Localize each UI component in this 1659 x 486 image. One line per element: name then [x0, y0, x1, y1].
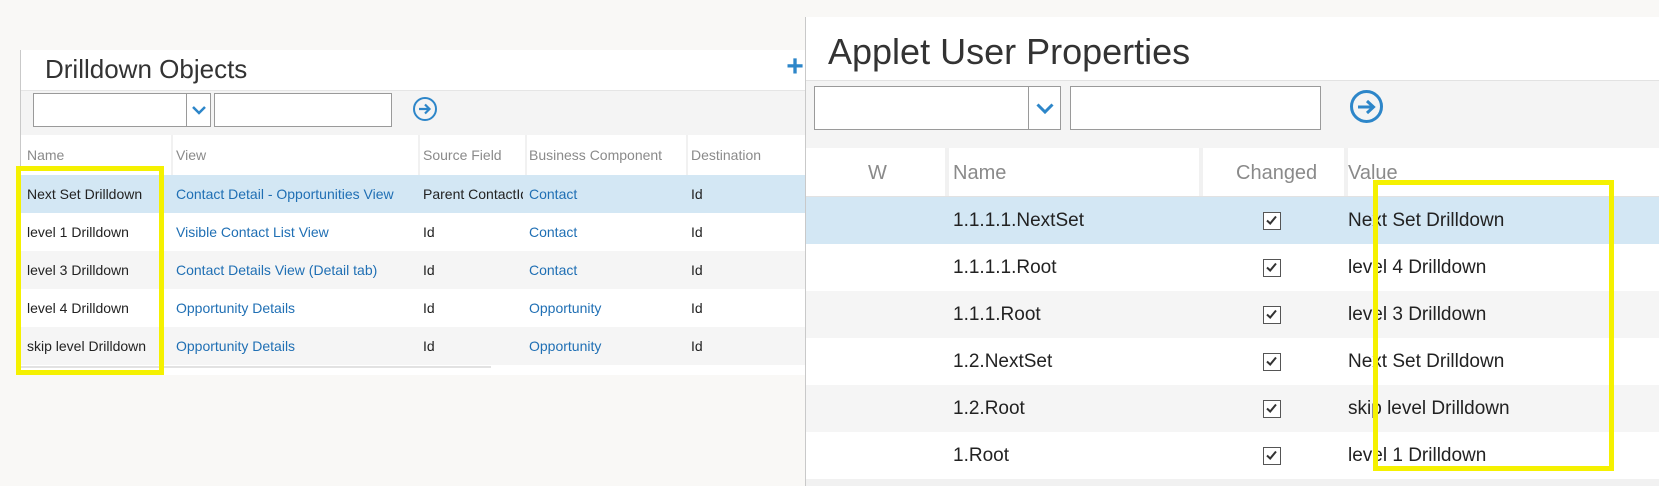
column-header-w[interactable]: W [868, 148, 887, 196]
drilldown-search-input[interactable] [214, 93, 392, 127]
column-header-destination[interactable]: Destination F [691, 135, 766, 175]
row-view-link[interactable]: Contact Details View (Detail tab) [176, 251, 416, 289]
properties-search-field-select[interactable] [814, 86, 1061, 130]
checkbox-checked-icon[interactable] [1263, 400, 1281, 418]
chevron-down-icon[interactable] [186, 94, 210, 126]
table-footer [806, 479, 1659, 486]
column-header-changed[interactable]: Changed [1236, 148, 1317, 196]
properties-search-bar [806, 80, 1659, 150]
row-business-component-link[interactable]: Contact [529, 251, 684, 289]
checkbox-checked-icon[interactable] [1263, 212, 1281, 230]
applet-user-properties-title: Applet User Properties [828, 31, 1191, 72]
drilldown-objects-title: Drilldown Objects [45, 54, 248, 84]
row-view-link[interactable]: Visible Contact List View [176, 213, 416, 251]
highlight-box-property-values [1373, 180, 1614, 471]
row-name: 1.2.Root [953, 398, 1025, 419]
row-source-field: Id [423, 262, 435, 278]
row-view-link[interactable]: Opportunity Details [176, 289, 416, 327]
row-name: 1.1.1.1.Root [953, 257, 1057, 278]
drilldown-search-field-select[interactable] [33, 93, 211, 127]
row-source-field: Parent ContactId [423, 186, 523, 202]
row-business-component-link[interactable]: Contact [529, 175, 684, 213]
row-name: 1.1.1.1.NextSet [953, 210, 1084, 231]
row-destination: Id [691, 338, 703, 354]
row-destination: Id [691, 224, 703, 240]
checkbox-checked-icon[interactable] [1263, 447, 1281, 465]
row-view-link[interactable]: Contact Detail - Opportunities View [176, 175, 416, 213]
arrow-right-circle-icon[interactable] [1350, 90, 1383, 123]
arrow-right-circle-icon[interactable] [413, 97, 437, 121]
row-name: 1.2.NextSet [953, 351, 1053, 372]
highlight-box-drilldown-names [16, 166, 164, 375]
checkbox-checked-icon[interactable] [1263, 353, 1281, 371]
checkbox-checked-icon[interactable] [1263, 306, 1281, 324]
row-business-component-link[interactable]: Opportunity [529, 327, 684, 365]
column-header-view[interactable]: View [176, 135, 416, 175]
checkbox-checked-icon[interactable] [1263, 259, 1281, 277]
row-source-field: Id [423, 338, 435, 354]
plus-icon[interactable]: + [783, 52, 807, 82]
column-header-business-component[interactable]: Business Component [529, 135, 684, 175]
chevron-down-icon[interactable] [1028, 87, 1060, 129]
row-name: 1.Root [953, 445, 1009, 466]
row-view-link[interactable]: Opportunity Details [176, 327, 416, 365]
drilldown-search-bar [21, 90, 807, 136]
row-business-component-link[interactable]: Contact [529, 213, 684, 251]
row-source-field: Id [423, 300, 435, 316]
row-destination: Id [691, 262, 703, 278]
row-business-component-link[interactable]: Opportunity [529, 289, 684, 327]
row-destination: Id [691, 300, 703, 316]
row-source-field: Id [423, 224, 435, 240]
column-header-source-field[interactable]: Source Field [423, 135, 523, 175]
properties-search-input[interactable] [1070, 86, 1321, 130]
column-header-name[interactable]: Name [953, 148, 1006, 196]
row-destination: Id [691, 186, 703, 202]
row-name: 1.1.1.Root [953, 304, 1041, 325]
